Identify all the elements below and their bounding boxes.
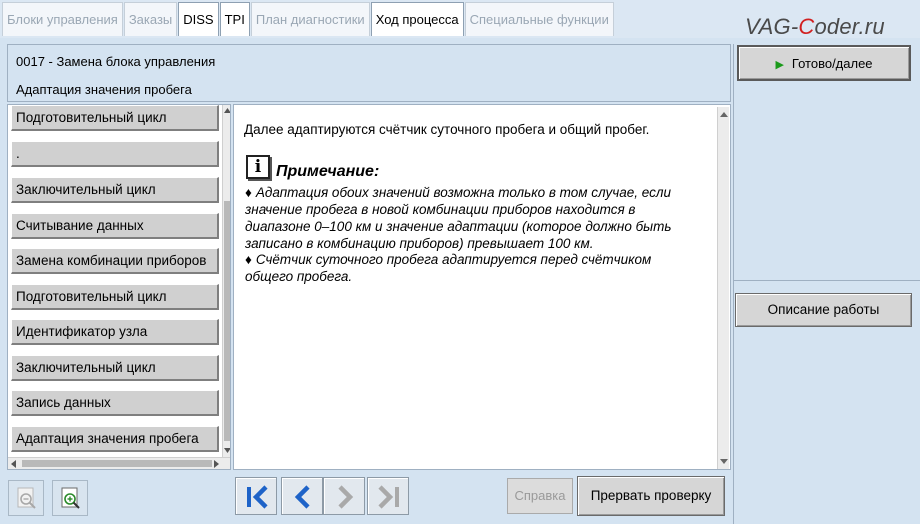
action-panel (733, 44, 920, 524)
tab-bar: Блоки управления Заказы DISS TPI План ди… (0, 0, 920, 39)
step-item[interactable]: Подготовительный цикл (11, 105, 219, 131)
next-icon (338, 485, 354, 509)
play-icon: ▶ (775, 59, 784, 71)
info-icon: i (246, 155, 270, 179)
tab-tpi[interactable]: TPI (219, 2, 250, 36)
first-step-button[interactable] (235, 477, 277, 515)
last-step-button[interactable] (367, 477, 409, 515)
tab-diagnostic-plan[interactable]: План диагностики (250, 2, 370, 36)
step-item[interactable]: Адаптация значения пробега (11, 426, 219, 452)
steps-vertical-scrollbar[interactable] (222, 105, 230, 457)
prev-icon (294, 485, 310, 509)
step-item[interactable]: Заключительный цикл (11, 177, 219, 203)
next-step-button[interactable] (323, 477, 365, 515)
step-item[interactable]: Считывание данных (11, 213, 219, 239)
tab-orders[interactable]: Заказы (123, 2, 178, 36)
scroll-thumb[interactable] (224, 201, 230, 441)
tab-strip: Блоки управления Заказы DISS TPI План ди… (2, 2, 615, 36)
previous-step-button[interactable] (281, 477, 323, 515)
step-item[interactable]: Заключительный цикл (11, 355, 219, 381)
procedure-title: 0017 - Замена блока управления (16, 54, 216, 69)
zoom-out-icon (17, 487, 36, 509)
site-logo: VAG-Coder.ru (745, 14, 885, 39)
abort-test-button[interactable]: Прервать проверку (577, 476, 725, 516)
scroll-thumb[interactable] (22, 460, 212, 467)
help-button[interactable]: Справка (507, 478, 573, 514)
first-icon (247, 485, 268, 509)
step-item[interactable]: Идентификатор узла (11, 319, 219, 345)
steps-horizontal-scrollbar[interactable] (8, 457, 230, 469)
zoom-in-button[interactable] (52, 480, 88, 516)
step-item[interactable]: . (11, 141, 219, 167)
divider (733, 280, 920, 281)
bullet-icon: ♦ (245, 185, 252, 200)
step-item[interactable]: Замена комбинации приборов (11, 248, 219, 274)
step-item[interactable]: Подготовительный цикл (11, 284, 219, 310)
instruction-pane: Далее адаптируются счётчик суточного про… (233, 104, 731, 470)
tab-control-units[interactable]: Блоки управления (2, 2, 123, 36)
zoom-out-button[interactable] (8, 480, 44, 516)
bullet-icon: ♦ (245, 252, 252, 267)
tab-special-functions[interactable]: Специальные функции (464, 2, 614, 36)
work-description-button[interactable]: Описание работы (735, 293, 912, 327)
tab-diss[interactable]: DISS (178, 2, 219, 36)
note-title: Примечание: (276, 163, 380, 180)
step-item[interactable]: Запись данных (11, 390, 219, 416)
last-icon (378, 485, 399, 509)
zoom-in-icon (61, 487, 80, 509)
instruction-scrollbar[interactable] (717, 107, 729, 469)
instruction-lead: Далее адаптируются счётчик суточного про… (244, 122, 650, 137)
note-bullet: ♦ Адаптация обоих значений возможна тольк… (245, 185, 672, 251)
procedure-header: 0017 - Замена блока управления Адаптация… (7, 44, 731, 102)
note-bullet: ♦ Счётчик суточного пробега адаптируется … (245, 252, 652, 284)
scroll-arrows-icon (720, 112, 728, 464)
procedure-subtitle: Адаптация значения пробега (16, 82, 192, 97)
tab-process[interactable]: Ход процесса (370, 2, 464, 36)
done-next-button[interactable]: ▶ Готово/далее (737, 45, 911, 81)
steps-list: Подготовительный цикл . Заключительный ц… (7, 104, 231, 470)
